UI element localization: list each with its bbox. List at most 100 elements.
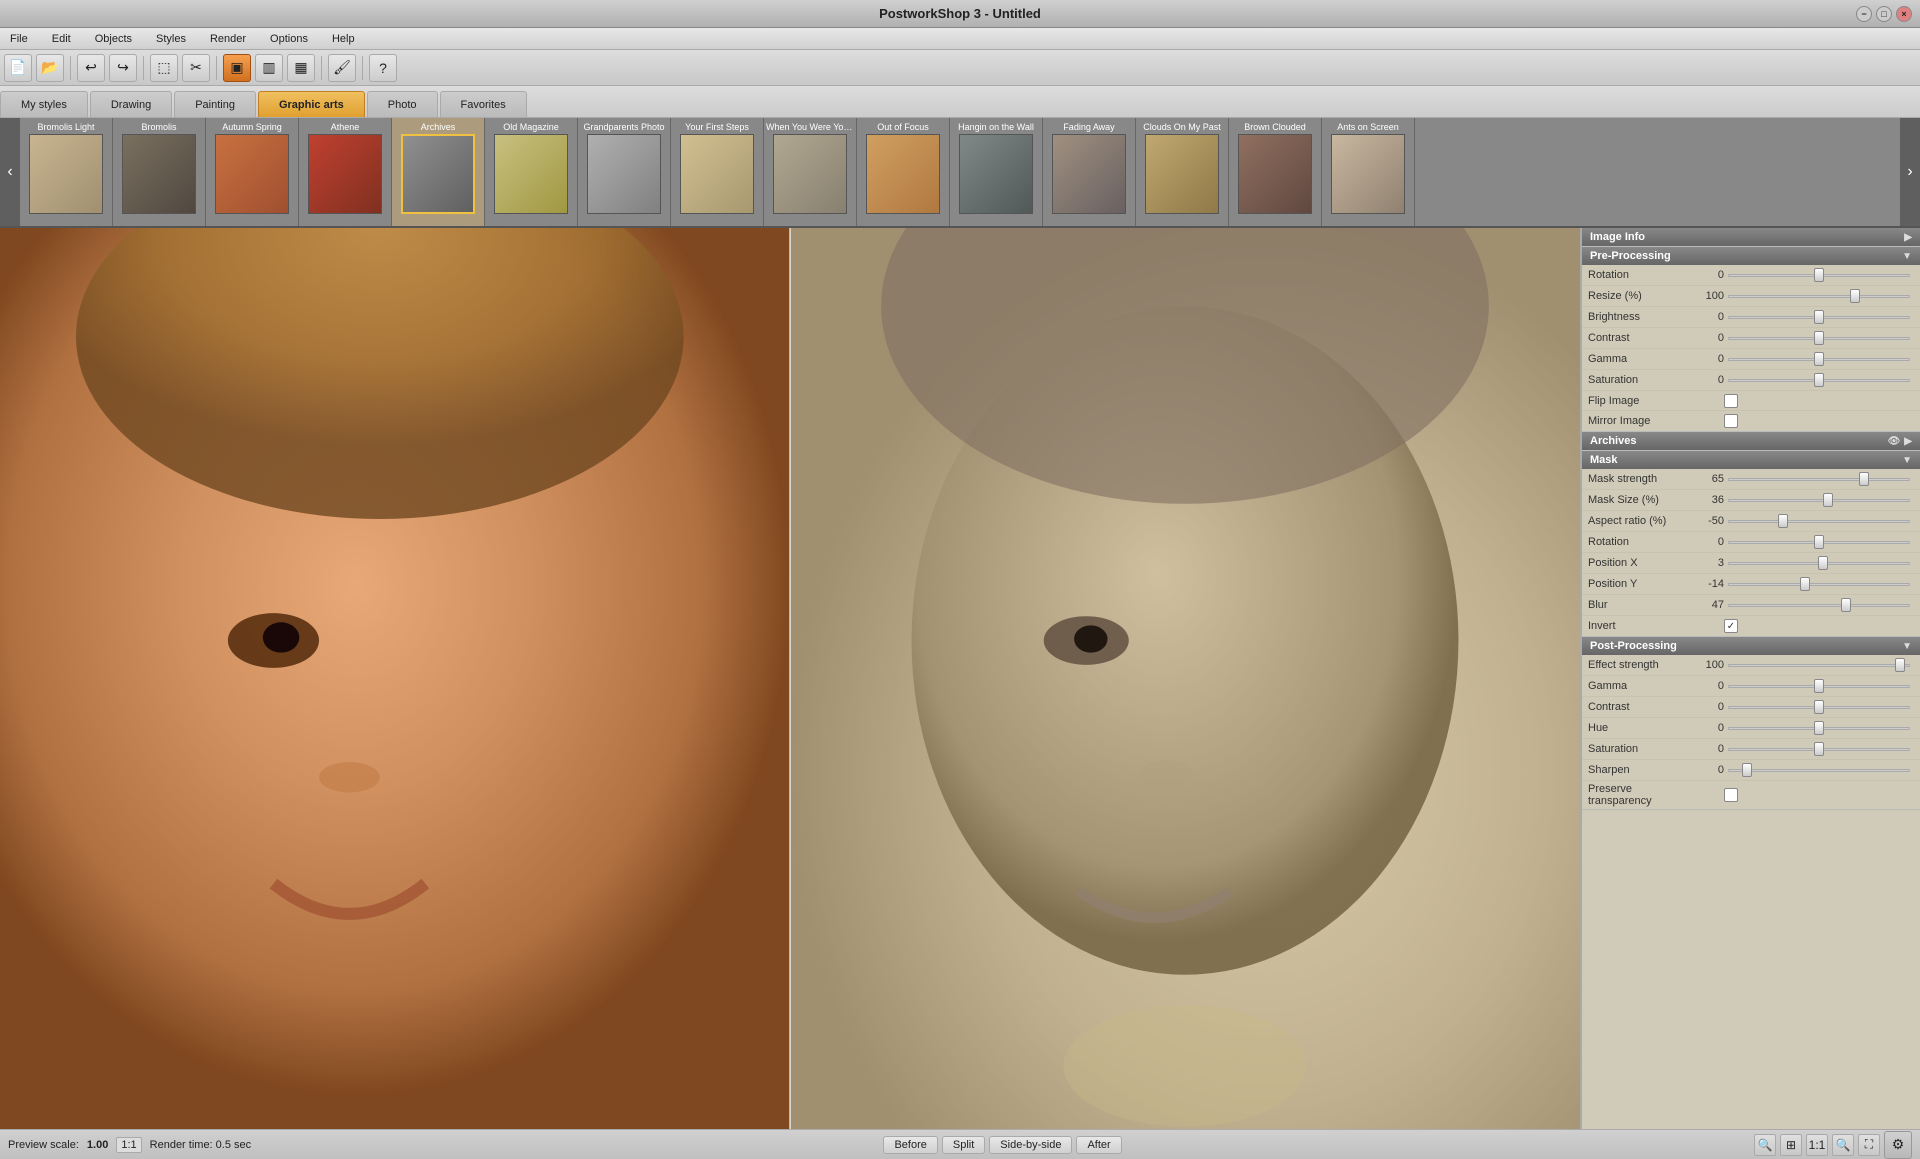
preset-oldmagazine[interactable]: Old Magazine — [485, 118, 578, 226]
contrast-thumb[interactable] — [1814, 331, 1824, 345]
positiony-slider[interactable] — [1724, 576, 1914, 592]
zoom-fit-button[interactable]: ⊞ — [1780, 1134, 1802, 1156]
preset-archives[interactable]: Archives — [392, 118, 485, 226]
archives-expand-icon[interactable]: ▶ — [1904, 436, 1912, 447]
gamma-slider[interactable] — [1724, 351, 1914, 367]
rotation-slider[interactable] — [1724, 267, 1914, 283]
archives-header[interactable]: Archives 👁 ▶ — [1582, 432, 1920, 450]
archives-eye-icon[interactable]: 👁 — [1888, 436, 1901, 447]
rotation-thumb[interactable] — [1814, 268, 1824, 282]
contrast-post-thumb[interactable] — [1814, 700, 1824, 714]
positiony-thumb[interactable] — [1800, 577, 1810, 591]
preset-yourfirst[interactable]: Your First Steps — [671, 118, 764, 226]
paint-button[interactable]: 🖌 — [328, 54, 356, 82]
zoom-out-button[interactable]: 🔍 — [1754, 1134, 1776, 1156]
tab-photo[interactable]: Photo — [367, 91, 438, 117]
tab-drawing[interactable]: Drawing — [90, 91, 172, 117]
help-button[interactable]: ? — [369, 54, 397, 82]
maskstrength-slider[interactable] — [1724, 471, 1914, 487]
preset-brownclouded[interactable]: Brown Clouded — [1229, 118, 1322, 226]
crop-button[interactable]: ✂ — [182, 54, 210, 82]
preset-outoffocus[interactable]: Out of Focus — [857, 118, 950, 226]
menu-file[interactable]: File — [4, 31, 34, 47]
aspectratio-thumb[interactable] — [1778, 514, 1788, 528]
rotation-mask-slider[interactable] — [1724, 534, 1914, 550]
preset-whenyou[interactable]: When You Were Young — [764, 118, 857, 226]
postprocessing-collapse-icon[interactable]: ▼ — [1902, 641, 1912, 652]
preset-bromolislight[interactable]: Bromolis Light — [20, 118, 113, 226]
settings-button[interactable]: ⚙ — [1884, 1131, 1912, 1159]
resize-slider[interactable] — [1724, 288, 1914, 304]
new-button[interactable]: 📄 — [4, 54, 32, 82]
preservetransparency-checkbox[interactable] — [1724, 788, 1738, 802]
saturation-post-thumb[interactable] — [1814, 742, 1824, 756]
invert-checkbox[interactable] — [1724, 619, 1738, 633]
tab-painting[interactable]: Painting — [174, 91, 256, 117]
saturation-pre-slider[interactable] — [1724, 372, 1914, 388]
preset-autumnspring[interactable]: Autumn Spring — [206, 118, 299, 226]
preset-antsonscreen[interactable]: Ants on Screen — [1322, 118, 1415, 226]
mask-header[interactable]: Mask ▼ — [1582, 451, 1920, 469]
menu-edit[interactable]: Edit — [46, 31, 77, 47]
preprocessing-header[interactable]: Pre-Processing ▼ — [1582, 247, 1920, 265]
select-button[interactable]: ⬚ — [150, 54, 178, 82]
preset-grandparents[interactable]: Grandparents Photo — [578, 118, 671, 226]
contrast-slider[interactable] — [1724, 330, 1914, 346]
undo-button[interactable]: ↩ — [77, 54, 105, 82]
menu-objects[interactable]: Objects — [89, 31, 138, 47]
tab-graphicarts[interactable]: Graphic arts — [258, 91, 365, 117]
preset-athene[interactable]: Athene — [299, 118, 392, 226]
resize-thumb[interactable] — [1850, 289, 1860, 303]
tab-favorites[interactable]: Favorites — [440, 91, 527, 117]
menu-render[interactable]: Render — [204, 31, 252, 47]
positionx-slider[interactable] — [1724, 555, 1914, 571]
aspectratio-slider[interactable] — [1724, 513, 1914, 529]
mode-dual-button[interactable]: ▥ — [255, 54, 283, 82]
gamma-post-thumb[interactable] — [1814, 679, 1824, 693]
flipimage-checkbox[interactable] — [1724, 394, 1738, 408]
view-before-button[interactable]: Before — [883, 1136, 937, 1154]
preset-cloudsonmy[interactable]: Clouds On My Past — [1136, 118, 1229, 226]
saturation-pre-thumb[interactable] — [1814, 373, 1824, 387]
brightness-slider[interactable] — [1724, 309, 1914, 325]
saturation-post-slider[interactable] — [1724, 741, 1914, 757]
gamma-thumb[interactable] — [1814, 352, 1824, 366]
zoom-fullscreen-button[interactable]: ⛶ — [1858, 1134, 1880, 1156]
view-split-button[interactable]: Split — [942, 1136, 985, 1154]
mask-collapse-icon[interactable]: ▼ — [1902, 455, 1912, 466]
sharpen-slider[interactable] — [1724, 762, 1914, 778]
effectstrength-thumb[interactable] — [1895, 658, 1905, 672]
mode-triple-button[interactable]: ▦ — [287, 54, 315, 82]
strip-prev-arrow[interactable]: ‹ — [0, 118, 20, 226]
preset-bromolis[interactable]: Bromolis — [113, 118, 206, 226]
rotation-mask-thumb[interactable] — [1814, 535, 1824, 549]
positionx-thumb[interactable] — [1818, 556, 1828, 570]
effectstrength-slider[interactable] — [1724, 657, 1914, 673]
blur-slider[interactable] — [1724, 597, 1914, 613]
zoom-in-button[interactable]: 🔍 — [1832, 1134, 1854, 1156]
close-button[interactable]: × — [1896, 6, 1912, 22]
hue-slider[interactable] — [1724, 720, 1914, 736]
postprocessing-header[interactable]: Post-Processing ▼ — [1582, 637, 1920, 655]
mode-single-button[interactable]: ▣ — [223, 54, 251, 82]
zoom-1to1-button[interactable]: 1:1 — [1806, 1134, 1828, 1156]
preprocessing-collapse-icon[interactable]: ▼ — [1902, 251, 1912, 262]
menu-styles[interactable]: Styles — [150, 31, 192, 47]
preset-hangin[interactable]: Hangin on the Wall — [950, 118, 1043, 226]
view-sidebyside-button[interactable]: Side-by-side — [989, 1136, 1072, 1154]
mirrorimage-checkbox[interactable] — [1724, 414, 1738, 428]
view-after-button[interactable]: After — [1076, 1136, 1121, 1154]
menu-help[interactable]: Help — [326, 31, 361, 47]
brightness-thumb[interactable] — [1814, 310, 1824, 324]
image-info-header[interactable]: Image Info ▶ — [1582, 228, 1920, 246]
masksize-slider[interactable] — [1724, 492, 1914, 508]
maximize-button[interactable]: □ — [1876, 6, 1892, 22]
open-button[interactable]: 📂 — [36, 54, 64, 82]
blur-thumb[interactable] — [1841, 598, 1851, 612]
contrast-post-slider[interactable] — [1724, 699, 1914, 715]
tab-mystyles[interactable]: My styles — [0, 91, 88, 117]
redo-button[interactable]: ↪ — [109, 54, 137, 82]
minimize-button[interactable]: − — [1856, 6, 1872, 22]
hue-thumb[interactable] — [1814, 721, 1824, 735]
menu-options[interactable]: Options — [264, 31, 314, 47]
